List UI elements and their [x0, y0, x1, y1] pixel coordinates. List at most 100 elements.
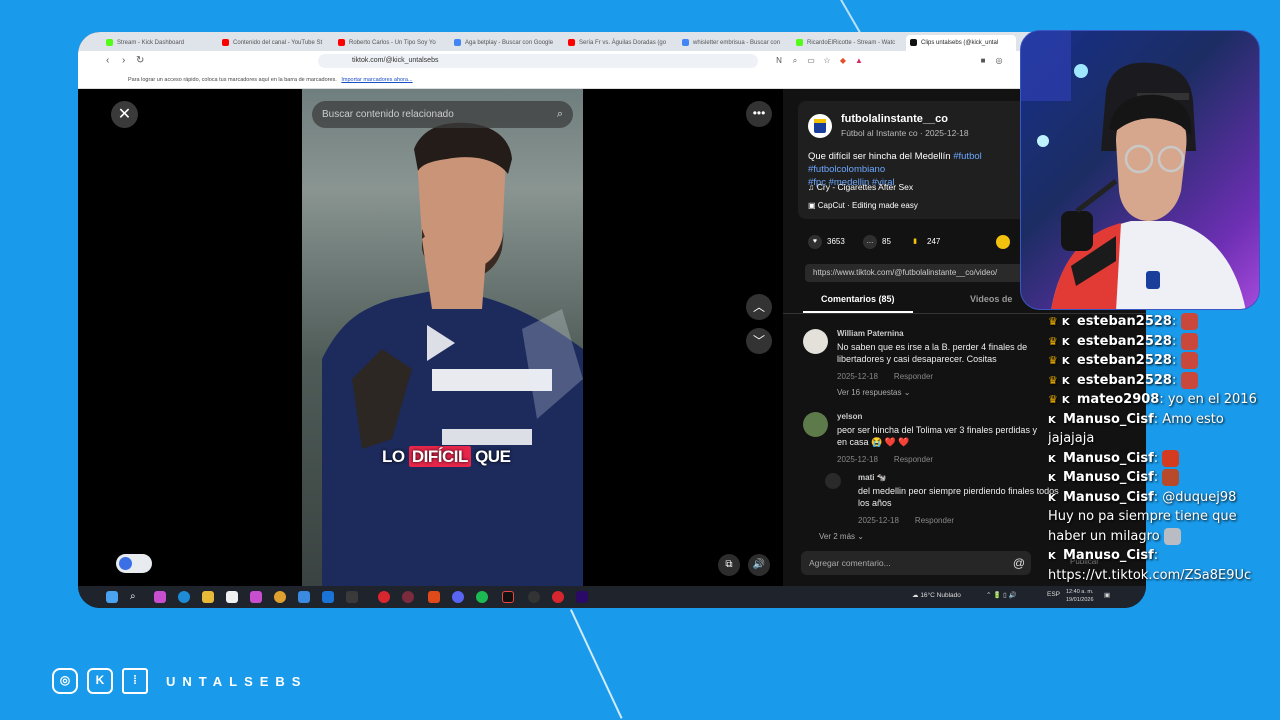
comment-author[interactable]: mati 🐄	[858, 473, 887, 482]
language-indicator[interactable]: ESP	[1047, 591, 1060, 598]
import-bookmarks-link[interactable]: Importar marcadores ahora...	[341, 77, 412, 83]
tab-favicon	[222, 38, 229, 46]
extension-icon[interactable]: ☆	[822, 55, 832, 66]
avatar[interactable]	[803, 412, 828, 437]
pip-icon[interactable]: ⧉	[718, 554, 740, 576]
browser-tab[interactable]: Aga betplay - Buscar con Google	[450, 35, 560, 51]
app-icon[interactable]	[346, 591, 358, 603]
chat-message: K Manuso_Cisf:	[1048, 548, 1159, 563]
extension-icon[interactable]: ■	[978, 55, 988, 66]
extension-icon[interactable]: N	[774, 55, 784, 66]
chat-message: K Manuso_Cisf: Amo esto	[1048, 411, 1224, 427]
comment-icon: …	[863, 235, 877, 249]
start-icon[interactable]	[106, 591, 118, 603]
kick-badge-icon: K	[1048, 453, 1056, 465]
more-options-icon[interactable]: •••	[746, 101, 772, 127]
discord-icon[interactable]	[452, 591, 464, 603]
tab-comments[interactable]: Comentarios (85)	[821, 294, 895, 304]
clock-time: 12:40 a. m.	[1066, 589, 1094, 595]
extension-icon[interactable]: ▲	[854, 55, 864, 66]
chat-username: Manuso_Cisf	[1063, 411, 1154, 427]
view-replies-button[interactable]: Ver 16 respuestas ⌄	[837, 388, 910, 397]
tray-icons[interactable]: ⌃ 🔋 ▯ 🔊	[986, 591, 1017, 599]
search-icon[interactable]: ⌕	[557, 101, 563, 128]
add-comment-input[interactable]: Agregar comentario... @	[801, 551, 1031, 575]
tiktok-icon[interactable]	[502, 591, 514, 603]
chat-username: mateo2908	[1076, 392, 1160, 407]
url-input[interactable]: tiktok.com/@kick_untalsebs	[318, 54, 758, 68]
capcut-row[interactable]: ▣ CapCut · Editing made easy	[808, 201, 918, 210]
browser-tab-active[interactable]: Clips untalsebs (@kick_untal	[906, 35, 1016, 51]
browser-tab[interactable]: Contenido del canal - YouTube St	[218, 35, 328, 51]
weather-widget[interactable]: ☁ 16°C Nublado	[912, 591, 961, 599]
share-link[interactable]: https://www.tiktok.com/@futbolalinstante…	[805, 264, 1025, 282]
reply-button[interactable]: Responder	[915, 516, 954, 525]
file-explorer-icon[interactable]	[202, 591, 214, 603]
chat-text: haber un milagro	[1048, 528, 1160, 544]
notification-icon[interactable]: ▣	[1104, 591, 1110, 599]
author-avatar[interactable]	[808, 114, 832, 138]
tab-label: Aga betplay - Buscar con Google	[465, 40, 554, 46]
mention-icon[interactable]: @	[1013, 551, 1025, 575]
emote-icon	[1162, 449, 1180, 467]
clock[interactable]: 12:40 a. m. 19/01/2026	[1066, 588, 1094, 604]
related-search-input[interactable]: Buscar contenido relacionado ⌕	[312, 101, 573, 128]
browser-tab[interactable]: Roberto Carlos - Un Tipo Soy Yo	[334, 35, 444, 51]
comment-author[interactable]: William Paternina	[837, 329, 904, 338]
tab-favicon	[910, 38, 917, 46]
search-icon[interactable]: ⌕	[130, 591, 142, 603]
reload-icon[interactable]: ↻	[136, 54, 144, 68]
autoscroll-toggle[interactable]	[116, 554, 152, 573]
back-icon[interactable]: ‹	[106, 54, 109, 68]
app-icon[interactable]	[250, 591, 262, 603]
app-icon[interactable]	[226, 591, 238, 603]
browser-tab[interactable]: Stream - Kick Dashboard	[102, 35, 212, 51]
reply-button[interactable]: Responder	[894, 455, 933, 464]
comments-stat[interactable]: … 85	[863, 235, 891, 249]
background-streak	[570, 609, 623, 719]
extension-icon[interactable]: ▭	[806, 55, 816, 66]
spotify-icon[interactable]	[476, 591, 488, 603]
previous-video-button[interactable]: ︿	[746, 294, 772, 320]
avatar[interactable]	[825, 473, 841, 489]
volume-icon[interactable]: 🔊	[748, 554, 770, 576]
chat-username: esteban2528	[1076, 314, 1172, 329]
opera-icon[interactable]	[402, 591, 414, 603]
comment-author[interactable]: yelson	[837, 412, 862, 421]
obs-icon[interactable]	[528, 591, 540, 603]
browser-tab[interactable]: whisletter embrisua - Buscar con	[678, 35, 788, 51]
browser-tab[interactable]: RicardoElRicotte - Stream - Watc	[792, 35, 902, 51]
forward-icon[interactable]: ›	[122, 54, 125, 68]
premiere-icon[interactable]	[576, 591, 588, 603]
brave-icon[interactable]	[428, 591, 440, 603]
brave-icon[interactable]: ◆	[838, 55, 848, 66]
browser-tab[interactable]: Sería Fr vs. Águilas Doradas (go	[564, 35, 674, 51]
tab-label: RicardoElRicotte - Stream - Watc	[807, 40, 896, 46]
extension-icon[interactable]: ◎	[994, 55, 1004, 66]
app-icon[interactable]	[154, 591, 166, 603]
crown-icon: ♛	[1048, 354, 1058, 367]
share-icon[interactable]	[996, 235, 1010, 249]
video-player[interactable]: Buscar contenido relacionado ⌕ LO DIFÍCIL…	[302, 89, 583, 586]
tab-creator-videos[interactable]: Videos de	[970, 294, 1012, 304]
avatar[interactable]	[803, 329, 828, 354]
zoom-icon[interactable]: ⌕	[790, 55, 800, 66]
reply-button[interactable]: Responder	[894, 372, 933, 381]
app-icon[interactable]	[378, 591, 390, 603]
capcut-text: CapCut · Editing made easy	[817, 201, 918, 210]
close-icon[interactable]: ✕	[111, 101, 138, 128]
likes-stat[interactable]: ♥ 3653	[808, 235, 845, 249]
edge-icon[interactable]	[178, 591, 190, 603]
author-username[interactable]: futbolalinstante__co	[841, 113, 948, 125]
likes-count: 3653	[827, 237, 845, 247]
chat-message-continued: Huy no pa siempre tiene que	[1048, 507, 1280, 527]
saves-stat[interactable]: ▮ 247	[908, 235, 940, 249]
music-row[interactable]: ♫ Cry - Cigarettes After Sex	[808, 182, 913, 192]
app-icon[interactable]	[298, 591, 310, 603]
chrome-icon[interactable]	[274, 591, 286, 603]
outlook-icon[interactable]	[322, 591, 334, 603]
app-icon[interactable]	[552, 591, 564, 603]
next-video-button[interactable]: ﹀	[746, 328, 772, 354]
play-icon[interactable]	[427, 325, 455, 361]
view-more-replies-button[interactable]: Ver 2 más ⌄	[819, 532, 864, 541]
